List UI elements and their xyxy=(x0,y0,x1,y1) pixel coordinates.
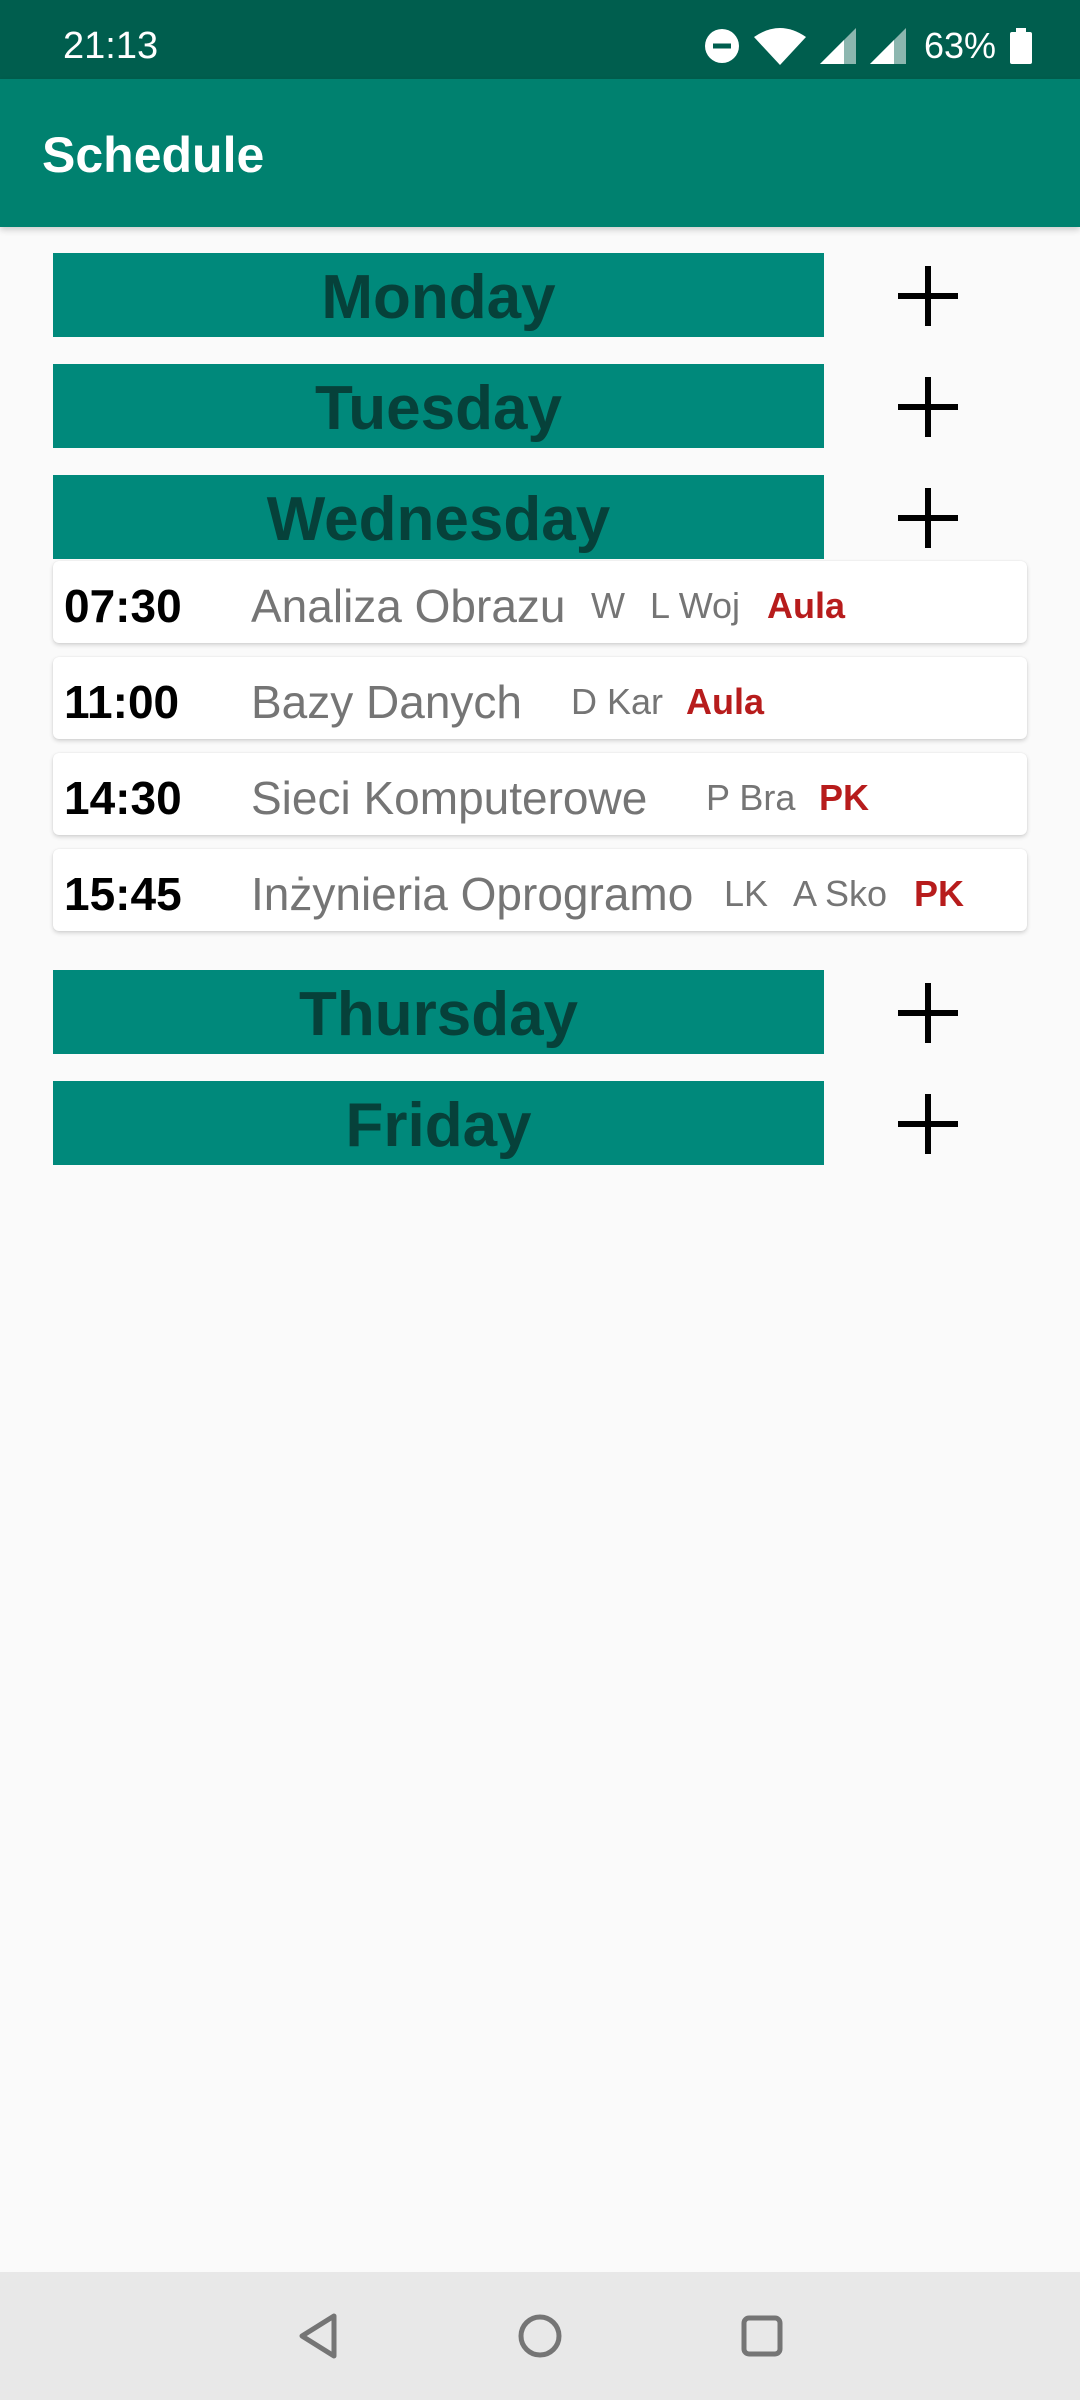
add-class-button-monday[interactable] xyxy=(894,262,962,330)
app-bar: Schedule xyxy=(0,79,1080,227)
status-bar: 21:13 63% xyxy=(0,0,1080,79)
day-row-friday: Friday xyxy=(53,1081,1053,1165)
class-card[interactable]: 15:45 Inżynieria Oprogramo LK A Sko PK xyxy=(53,849,1027,931)
home-icon xyxy=(518,2314,562,2358)
class-teacher: A Sko xyxy=(793,873,888,914)
class-name: Bazy Danych xyxy=(251,676,523,728)
status-time: 21:13 xyxy=(63,25,159,67)
plus-icon xyxy=(898,488,958,548)
battery-icon xyxy=(1010,27,1032,64)
recents-button[interactable] xyxy=(732,2306,792,2366)
class-time: 14:30 xyxy=(64,772,182,824)
add-class-button-tuesday[interactable] xyxy=(894,373,962,441)
add-class-button-friday[interactable] xyxy=(894,1090,962,1158)
class-room: PK xyxy=(819,777,870,818)
day-header-wednesday[interactable]: Wednesday xyxy=(53,475,824,559)
class-room: PK xyxy=(914,873,965,914)
day-row-wednesday: Wednesday xyxy=(53,475,1053,559)
recents-icon xyxy=(741,2315,783,2357)
class-room: Aula xyxy=(686,681,765,722)
wifi-icon xyxy=(753,27,806,65)
signal-icon xyxy=(869,27,906,64)
class-type: LK xyxy=(724,873,769,914)
class-room: Aula xyxy=(767,585,846,626)
day-row-monday: Monday xyxy=(53,253,1053,337)
plus-icon xyxy=(898,1094,958,1154)
battery-percentage: 63% xyxy=(923,24,996,66)
class-time: 07:30 xyxy=(64,580,182,632)
app-title: Schedule xyxy=(42,127,265,183)
add-class-button-wednesday[interactable] xyxy=(894,484,962,552)
class-name: Inżynieria Oprogramo xyxy=(251,868,694,920)
day-row-tuesday: Tuesday xyxy=(53,364,1053,448)
class-card[interactable]: 11:00 Bazy Danych D Kar Aula xyxy=(53,657,1027,739)
class-time: 11:00 xyxy=(64,676,180,728)
class-name: Sieci Komputerowe xyxy=(251,772,648,824)
plus-icon xyxy=(898,983,958,1043)
status-icons: 63% xyxy=(704,0,1032,79)
plus-icon xyxy=(898,266,958,326)
day-header-tuesday[interactable]: Tuesday xyxy=(53,364,824,448)
class-name: Analiza Obrazu xyxy=(251,580,566,632)
class-card[interactable]: 07:30 Analiza Obrazu W L Woj Aula xyxy=(53,561,1027,643)
navigation-bar xyxy=(0,2272,1080,2400)
day-row-thursday: Thursday xyxy=(53,970,1053,1054)
day-header-monday[interactable]: Monday xyxy=(53,253,824,337)
class-time: 15:45 xyxy=(64,868,182,920)
home-button[interactable] xyxy=(510,2306,570,2366)
day-header-thursday[interactable]: Thursday xyxy=(53,970,824,1054)
class-teacher: P Bra xyxy=(706,777,796,818)
class-teacher: L Woj xyxy=(650,585,741,626)
class-card[interactable]: 14:30 Sieci Komputerowe P Bra PK xyxy=(53,753,1027,835)
do-not-disturb-icon xyxy=(704,28,739,63)
back-icon xyxy=(299,2313,337,2359)
signal-icon xyxy=(819,27,856,64)
class-type: W xyxy=(591,585,625,626)
add-class-button-thursday[interactable] xyxy=(894,979,962,1047)
plus-icon xyxy=(898,377,958,437)
day-header-friday[interactable]: Friday xyxy=(53,1081,824,1165)
back-button[interactable] xyxy=(290,2306,350,2366)
class-teacher: D Kar xyxy=(571,681,664,722)
